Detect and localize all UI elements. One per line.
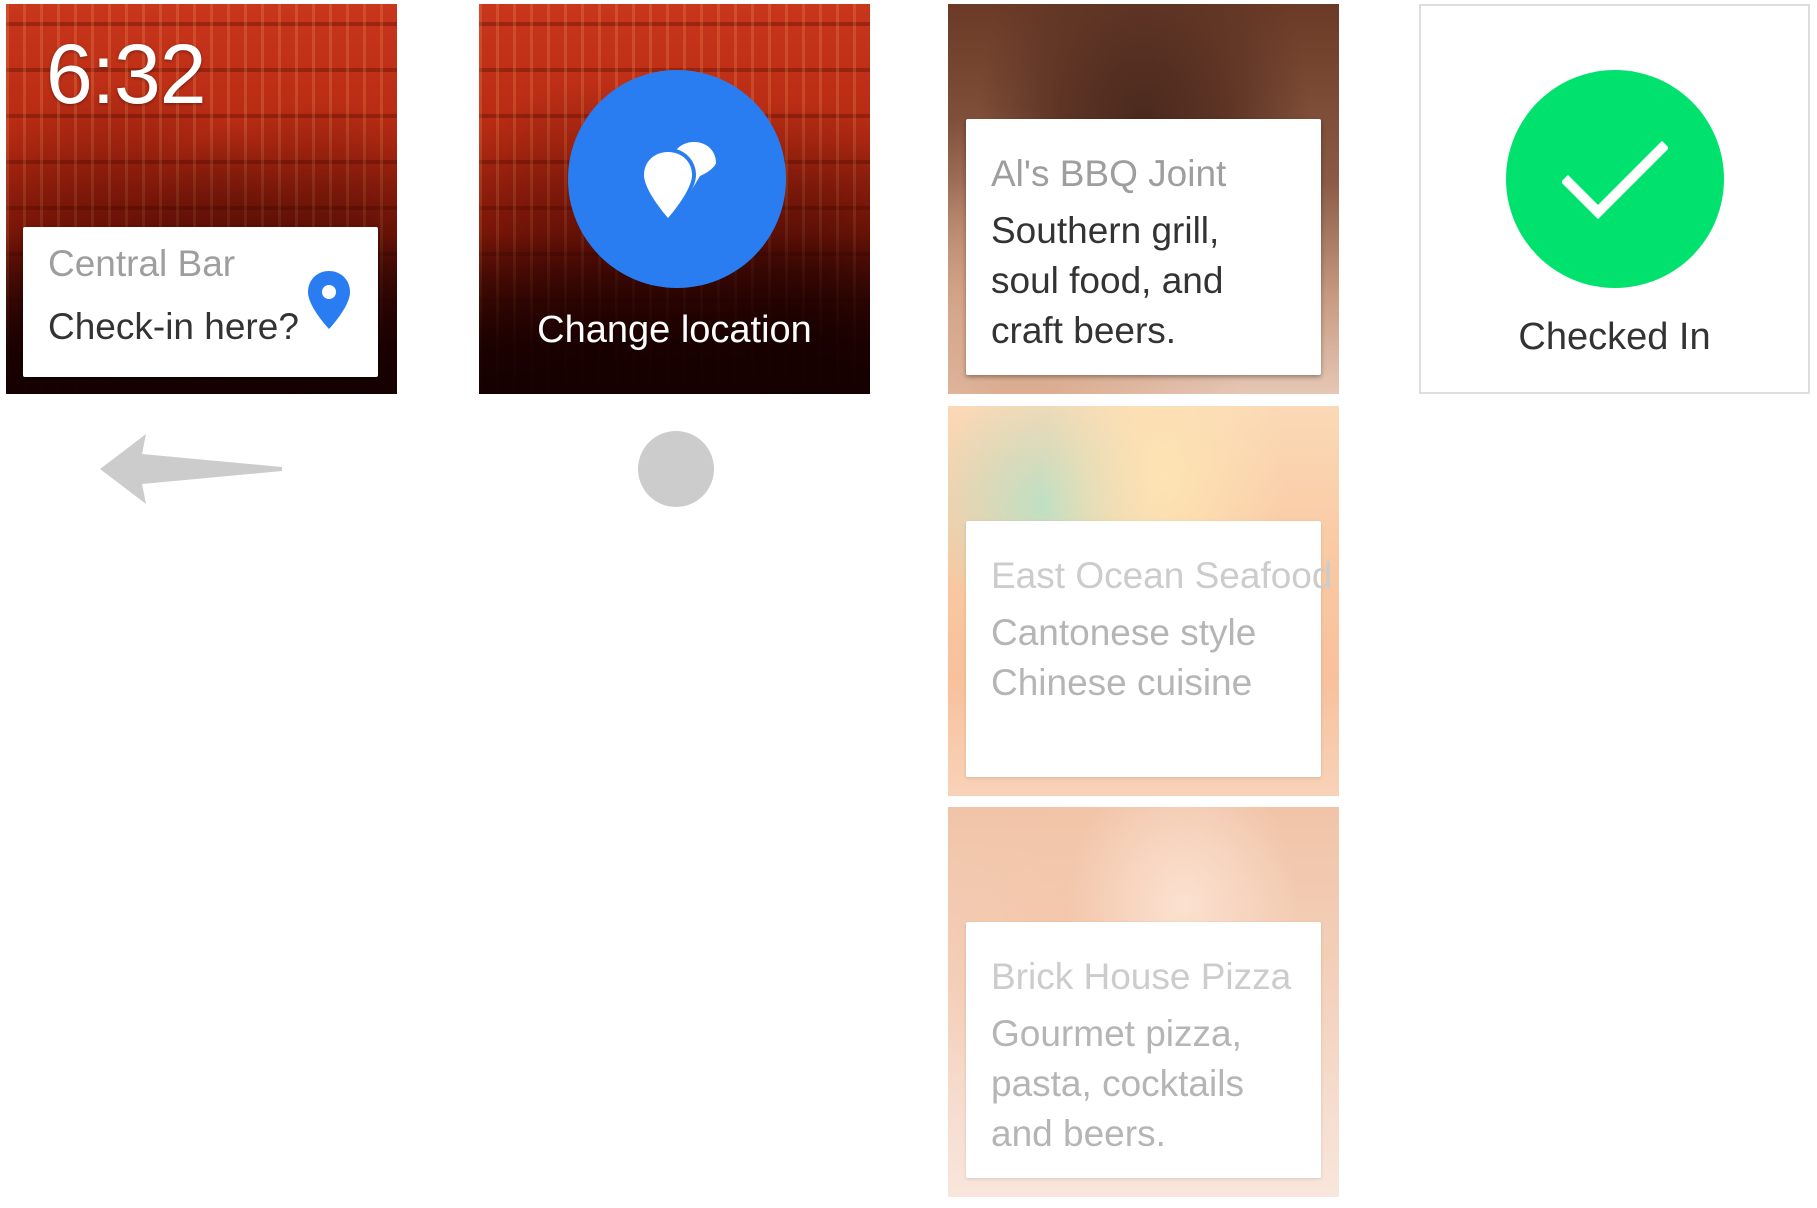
restaurant-card: Brick House Pizza Gourmet pizza, pasta, … bbox=[966, 922, 1321, 1178]
change-location-button[interactable] bbox=[568, 70, 786, 288]
restaurant-name: Brick House Pizza bbox=[991, 956, 1292, 997]
change-location-icon bbox=[640, 142, 716, 224]
checked-in-label: Checked In bbox=[1518, 316, 1711, 358]
check-in-question: Check-in here? bbox=[48, 306, 299, 347]
restaurant-item-seafood[interactable]: East Ocean Seafood Cantonese style Chine… bbox=[948, 406, 1339, 796]
change-location-screen: Change location bbox=[479, 4, 870, 394]
location-pin-icon bbox=[308, 271, 350, 329]
restaurant-item-pizza[interactable]: Brick House Pizza Gourmet pizza, pasta, … bbox=[948, 807, 1339, 1197]
restaurant-description-line: Southern grill, bbox=[991, 210, 1220, 251]
restaurant-description-line: pasta, cocktails bbox=[991, 1063, 1244, 1104]
swipe-left-arrow-icon bbox=[100, 434, 282, 504]
tap-dot-icon bbox=[638, 431, 714, 507]
restaurant-description-line: craft beers. bbox=[991, 310, 1177, 351]
restaurant-item-bbq[interactable]: Al's BBQ Joint Southern grill, soul food… bbox=[948, 4, 1339, 394]
restaurant-description-line: and beers. bbox=[991, 1113, 1166, 1154]
check-in-card[interactable]: Central Bar Check-in here? bbox=[23, 227, 378, 377]
restaurant-card: East Ocean Seafood Cantonese style Chine… bbox=[966, 521, 1332, 777]
restaurant-description-line: Cantonese style bbox=[991, 612, 1257, 653]
restaurant-card: Al's BBQ Joint Southern grill, soul food… bbox=[966, 119, 1321, 375]
restaurant-name: Al's BBQ Joint bbox=[991, 153, 1227, 194]
checked-in-screen: Checked In bbox=[1419, 4, 1810, 394]
change-location-label: Change location bbox=[537, 309, 812, 351]
checkmark-icon bbox=[1562, 140, 1668, 220]
restaurant-description-line: Gourmet pizza, bbox=[991, 1013, 1242, 1054]
clock-time: 6:32 bbox=[46, 27, 206, 121]
place-name: Central Bar bbox=[48, 243, 236, 284]
restaurant-description-line: Chinese cuisine bbox=[991, 662, 1253, 703]
check-in-screen: 6:32 Central Bar Check-in here? bbox=[6, 4, 397, 394]
restaurant-name: East Ocean Seafood bbox=[991, 555, 1333, 596]
restaurant-description-line: soul food, and bbox=[991, 260, 1224, 301]
checked-in-badge bbox=[1506, 70, 1724, 288]
